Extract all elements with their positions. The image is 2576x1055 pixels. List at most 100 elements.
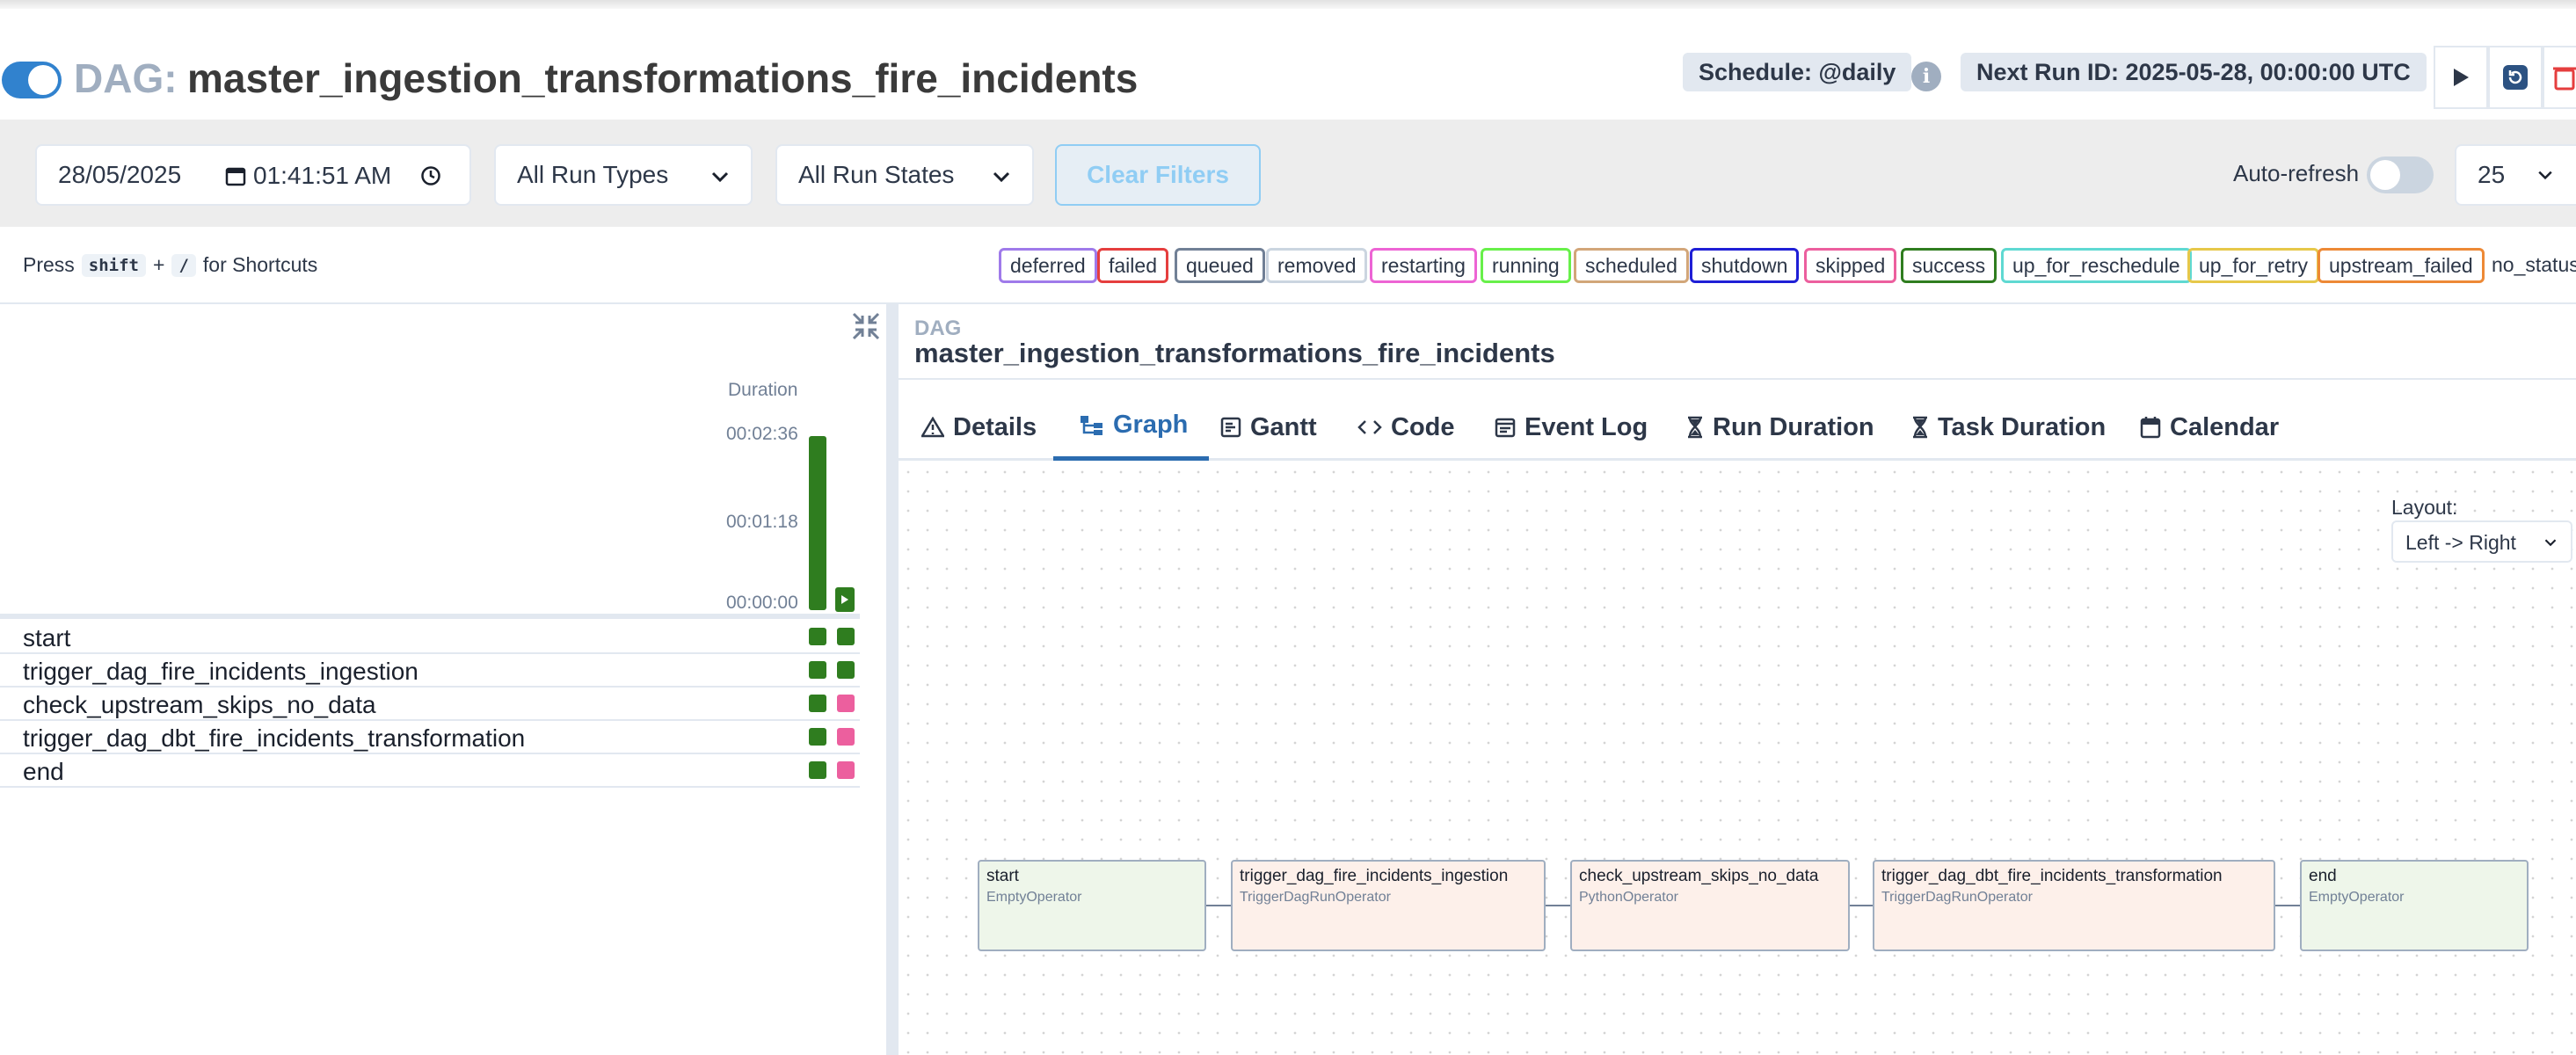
legend-deferred[interactable]: deferred [999,248,1097,283]
tab-graph[interactable]: Graph [1053,394,1210,461]
task-instance-skipped[interactable] [837,728,855,746]
page-title: master_ingestion_transformations_fire_in… [187,55,1139,101]
info-icon[interactable]: i [1911,62,1941,91]
dag-pause-toggle[interactable] [2,62,62,98]
tab-details[interactable]: Details [921,394,1037,461]
run-states-value: All Run States [798,161,955,188]
legend-scheduled[interactable]: scheduled [1574,248,1689,283]
legend-no-status[interactable]: no_status [2492,253,2576,277]
clear-filters-button[interactable]: Clear Filters [1055,144,1261,206]
tab-gantt[interactable]: Gantt [1220,394,1317,461]
filter-bar: 28/05/2025 01:41:51 AM All Run Types All… [0,120,2576,227]
run-duration-bar[interactable] [809,436,826,610]
legend-success[interactable]: success [1901,248,1997,283]
slash-key: / [171,253,196,277]
task-row[interactable]: check_upstream_skips_no_data [0,688,860,721]
task-row[interactable]: end [0,754,860,788]
reparse-dag-button[interactable] [2488,46,2543,109]
tab-label: Run Duration [1713,412,1874,441]
graph-node[interactable]: end EmptyOperator [2300,860,2529,951]
code-icon [1357,420,1382,434]
tab-run-duration[interactable]: Run Duration [1686,394,1874,461]
graph-node[interactable]: trigger_dag_fire_incidents_ingestion Trig… [1231,860,1546,951]
grid-separator [0,614,860,619]
task-name[interactable]: start [23,624,70,652]
tab-calendar[interactable]: Calendar [2140,394,2279,461]
graph-node[interactable]: check_upstream_skips_no_data PythonOperat… [1570,860,1850,951]
shortcut-suffix: for Shortcuts [202,253,318,276]
legend-running[interactable]: running [1481,248,1571,283]
breadcrumb-dag-name[interactable]: master_ingestion_transformations_fire_in… [914,338,1555,369]
collapse-icon[interactable] [851,311,881,341]
task-instance-skipped[interactable] [837,761,855,779]
tab-label: Graph [1113,411,1189,439]
graph-node[interactable]: trigger_dag_dbt_fire_incidents_transform… [1873,860,2275,951]
legend-removed[interactable]: removed [1266,248,1368,283]
date-value: 28/05/2025 [58,161,182,188]
dag-prefix: DAG: [74,55,178,101]
legend-failed[interactable]: failed [1097,248,1168,283]
delete-dag-button[interactable] [2543,46,2576,109]
panel-resize-handle[interactable] [886,304,899,1055]
legend-restarting[interactable]: restarting [1370,248,1477,283]
top-shadow [0,0,2576,9]
legend-queued[interactable]: queued [1175,248,1265,283]
task-row[interactable]: trigger_dag_fire_incidents_ingestion [0,654,860,688]
clock-icon[interactable] [420,165,441,186]
run-types-select[interactable]: All Run Types [494,144,753,206]
graph-node[interactable]: start EmptyOperator [978,860,1206,951]
layout-select[interactable]: Left -> Right [2391,520,2572,563]
task-name[interactable]: end [23,758,64,786]
chevron-down-icon [2538,171,2552,180]
task-name[interactable]: check_upstream_skips_no_data [23,691,376,719]
run-states-select[interactable]: All Run States [775,144,1034,206]
hourglass-icon [1913,416,1927,439]
shortcut-text: Press [23,253,75,276]
page-header: DAG: master_ingestion_transformations_fi… [0,9,2576,120]
event-log-icon [1495,418,1516,438]
node-operator: PythonOperator [1579,890,1678,905]
task-name[interactable]: trigger_dag_dbt_fire_incidents_transform… [23,724,525,753]
task-instance-success[interactable] [809,661,826,679]
legend-up-for-reschedule[interactable]: up_for_reschedule [2001,248,2192,283]
time-value: 01:41:51 AM [253,162,392,189]
reparse-icon [2503,65,2528,90]
graph-edge [2275,905,2300,906]
task-name[interactable]: trigger_dag_fire_incidents_ingestion [23,658,418,686]
graph-canvas[interactable] [899,462,2576,1055]
legend-upstream-failed[interactable]: upstream_failed [2318,248,2485,283]
page-size-select[interactable]: 25 [2455,144,2576,206]
play-icon [841,595,848,604]
trigger-dag-button[interactable] [2434,46,2488,109]
manual-run-marker[interactable] [835,587,855,612]
legend-up-for-retry[interactable]: up_for_retry [2187,248,2320,283]
task-row[interactable]: start [0,621,860,654]
tab-label: Gantt [1250,412,1317,441]
task-row[interactable]: trigger_dag_dbt_fire_incidents_transform… [0,721,860,754]
tab-task-duration[interactable]: Task Duration [1911,394,2106,461]
task-instance-success[interactable] [809,695,826,712]
graph-edge [1206,905,1231,906]
node-task-name: start [986,867,1019,885]
calendar-icon[interactable] [225,165,246,186]
tab-label: Calendar [2170,412,2280,441]
task-instance-success[interactable] [809,761,826,779]
tab-code[interactable]: Code [1357,394,1455,461]
detail-tabs: Details Graph Gantt Code Event Log Run D… [899,394,2576,461]
legend-skipped[interactable]: skipped [1804,248,1897,283]
auto-refresh-toggle[interactable] [2367,156,2434,193]
task-instance-success[interactable] [837,628,855,645]
plus-text: + [153,253,165,276]
legend-shutdown[interactable]: shutdown [1690,248,1800,283]
task-instance-success[interactable] [837,661,855,679]
task-instance-skipped[interactable] [837,695,855,712]
node-task-name: end [2309,867,2337,885]
task-instance-success[interactable] [809,728,826,746]
date-time-picker[interactable]: 28/05/2025 01:41:51 AM [35,144,471,206]
page-size-value: 25 [2478,161,2506,188]
duration-tick: 00:02:36 [726,424,798,444]
task-instance-success[interactable] [809,628,826,645]
tab-event-log[interactable]: Event Log [1495,394,1648,461]
graph-edge [1850,905,1873,906]
run-types-value: All Run Types [517,161,669,188]
